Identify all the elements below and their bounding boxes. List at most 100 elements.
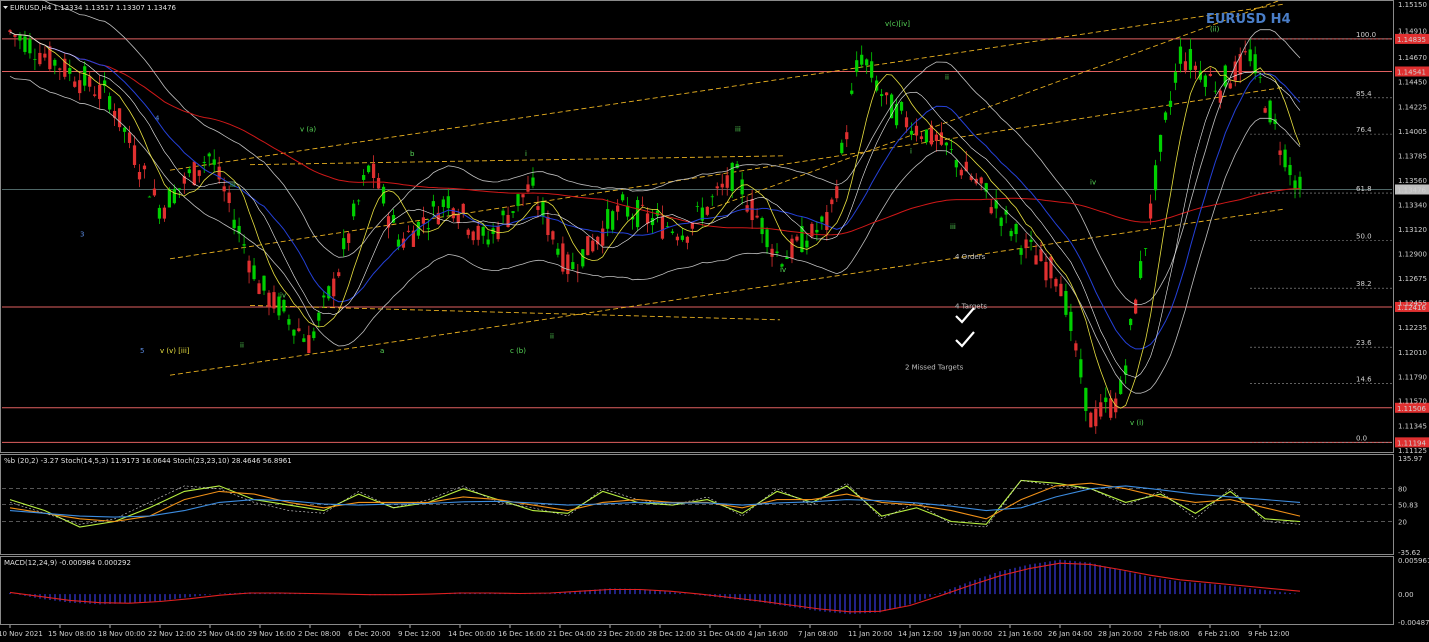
checkmark-icon xyxy=(955,331,975,348)
candle-body xyxy=(1074,343,1078,351)
macd-signal-line xyxy=(9,562,1301,613)
candle-body xyxy=(322,295,326,298)
chart-canvas[interactable]: 1.148351.145411.124161.115061.111941.134… xyxy=(0,0,1429,642)
fib-level-label: 85.4 xyxy=(1356,90,1372,98)
wave-label: i xyxy=(910,148,912,156)
time-tick-label: 14 Jan 12:00 xyxy=(898,630,942,638)
oscillator-tick-label: -35.62 xyxy=(1398,549,1421,557)
time-tick-label: 9 Feb 12:00 xyxy=(1248,630,1289,638)
candle-body xyxy=(1278,150,1282,155)
candle-body xyxy=(202,161,206,163)
price-tick-label: 1.12455 xyxy=(1398,300,1427,308)
candle-body xyxy=(581,249,585,267)
time-tick-label: 6 Dec 20:00 xyxy=(348,630,391,638)
candle-body xyxy=(93,94,97,96)
time-tick-label: 28 Dec 12:00 xyxy=(648,630,695,638)
wave-label: iv xyxy=(1090,179,1096,187)
channel-trend-line xyxy=(709,0,1283,210)
candle-body xyxy=(1203,75,1207,87)
time-tick-label: 19 Jan 00:00 xyxy=(948,630,992,638)
candle-body xyxy=(611,211,615,230)
candle-body xyxy=(1153,165,1158,191)
candle-body xyxy=(924,129,929,143)
price-tick-label: 1.12675 xyxy=(1398,275,1427,283)
candle-body xyxy=(1029,239,1033,242)
wave-label: a xyxy=(380,347,384,355)
candle-body xyxy=(680,235,685,240)
candle-body xyxy=(1019,248,1023,255)
wave-label: iv xyxy=(280,292,286,300)
candle-body xyxy=(441,199,445,207)
candle-body xyxy=(1024,239,1028,249)
annotation-label: 4 Targets xyxy=(955,303,987,311)
candle-body xyxy=(1163,112,1168,120)
oscillator-tick-label: 20 xyxy=(1398,519,1407,527)
candle-body xyxy=(242,244,246,246)
candle-body xyxy=(840,142,844,154)
candle-body xyxy=(695,206,699,207)
wave-label: iii xyxy=(950,223,956,231)
candle-body xyxy=(845,132,849,140)
fib-level-label: 100.0 xyxy=(1356,31,1376,39)
wave-label: iii xyxy=(735,125,741,133)
candle-body xyxy=(357,200,361,202)
candle-body xyxy=(949,149,953,150)
candle-body xyxy=(1034,255,1038,265)
candle-body xyxy=(8,30,12,33)
time-tick-label: 31 Dec 04:00 xyxy=(698,630,745,638)
fib-level-label: 23.6 xyxy=(1356,339,1372,347)
candle-body xyxy=(456,214,460,224)
bollinger-lower xyxy=(9,75,1301,394)
time-tick-label: 22 Nov 12:00 xyxy=(148,630,195,638)
candle-body xyxy=(1104,397,1108,403)
candle-body xyxy=(670,231,675,233)
candle-body xyxy=(68,68,72,74)
price-tick-label: 1.11345 xyxy=(1398,423,1427,431)
candle-body xyxy=(660,216,665,239)
candle-body xyxy=(929,125,934,145)
candle-body xyxy=(501,210,505,216)
candle-body xyxy=(909,130,914,135)
candle-body xyxy=(1228,83,1232,89)
candle-body xyxy=(461,203,465,214)
time-tick-label: 29 Nov 16:00 xyxy=(248,630,295,638)
main-header: EURUSD,H4 1.13334 1.13517 1.13307 1.1347… xyxy=(10,4,177,12)
candle-body xyxy=(83,66,87,86)
candle-body xyxy=(431,201,435,207)
candle-body xyxy=(705,206,709,215)
candle-body xyxy=(177,188,181,190)
candle-body xyxy=(28,39,32,54)
dropdown-triangle-icon[interactable] xyxy=(3,6,8,9)
candle-body xyxy=(1158,134,1163,152)
oscillator-tick-label: 135.97 xyxy=(1398,455,1423,463)
candle-body xyxy=(381,186,386,204)
price-tick-label: 1.12900 xyxy=(1398,250,1427,258)
candle-body xyxy=(775,251,779,253)
candle-body xyxy=(267,292,271,308)
oscillator-tick-label: 80 xyxy=(1398,486,1407,494)
price-tick-label: 1.14910 xyxy=(1398,28,1427,36)
candle-body xyxy=(396,239,401,247)
candle-body xyxy=(1069,311,1073,331)
price-tick-label: 1.13785 xyxy=(1398,152,1427,160)
candle-body xyxy=(18,35,22,41)
candle-body xyxy=(88,76,92,87)
candle-body xyxy=(1084,387,1088,411)
price-level-label: 1.14835 xyxy=(1397,36,1426,44)
time-tick-label: 28 Jan 20:00 xyxy=(1098,630,1142,638)
candle-body xyxy=(1168,100,1173,108)
price-tick-label: 1.14450 xyxy=(1398,79,1427,87)
candle-body xyxy=(536,206,540,210)
candle-body xyxy=(247,260,251,273)
channel-trend-line xyxy=(169,3,1286,171)
candle-body xyxy=(621,194,625,201)
macd-tick-label: 0.00 xyxy=(1398,591,1414,599)
candle-body xyxy=(1193,65,1198,70)
wave-label: 4 xyxy=(155,114,160,122)
price-tick-label: 1.13120 xyxy=(1398,226,1427,234)
candle-body xyxy=(13,34,17,37)
candle-body xyxy=(1054,278,1058,287)
candle-body xyxy=(546,216,550,236)
channel-trend-line xyxy=(169,208,1286,376)
channel-trend-line xyxy=(249,155,786,166)
